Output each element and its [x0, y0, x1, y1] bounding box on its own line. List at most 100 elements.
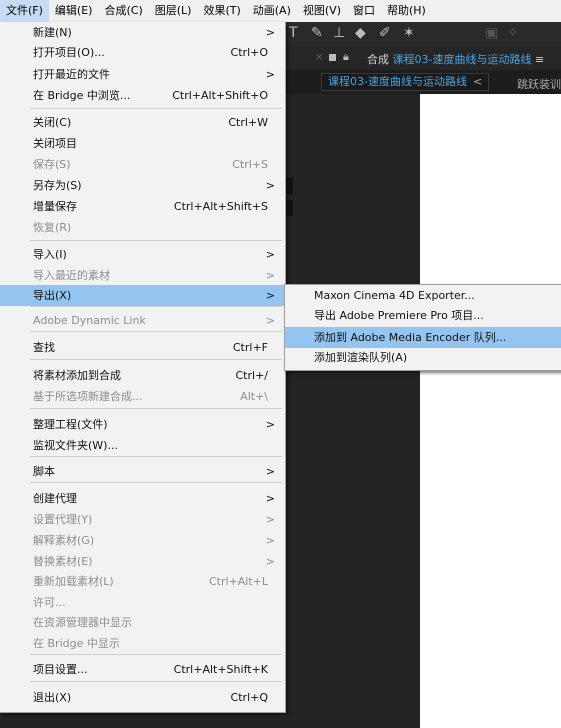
file-menu-item: 替换素材(E) > — [0, 551, 285, 572]
menu-item-shortcut: Ctrl+/ — [235, 369, 269, 382]
menu-item-shortcut: Ctrl+Alt+Shift+S — [173, 200, 268, 213]
file-menu-item[interactable]: 脚本 > — [0, 461, 285, 482]
file-menu-item: 恢复(R) — [0, 217, 285, 238]
file-menu-item[interactable]: 查找 Ctrl+F — [0, 337, 285, 358]
menu-item-label: 替换素材(E) — [33, 555, 93, 568]
menu-item-shortcut: Ctrl+O — [230, 46, 268, 59]
file-menu-item[interactable]: 整理工程(文件) > — [0, 414, 285, 435]
file-menu-item[interactable]: 监视文件夹(W)... — [0, 435, 285, 456]
submenu-arrow-icon: > — [265, 68, 275, 81]
file-menu-item: 在 Bridge 中显示 — [0, 633, 285, 654]
submenu-arrow-icon: > — [265, 26, 275, 39]
menu-composition[interactable]: 合成(C) — [98, 0, 148, 22]
menu-window[interactable]: 窗口 — [347, 0, 381, 22]
file-menu-item[interactable]: 创建代理 > — [0, 488, 285, 509]
file-menu-item[interactable]: 导出(X) > — [0, 285, 285, 306]
menu-layer[interactable]: 图层(L) — [149, 0, 198, 22]
menu-effect[interactable]: 效果(T) — [197, 0, 246, 22]
export-submenu: Maxon Cinema 4D Exporter... 导出 Adobe Prem… — [284, 284, 561, 371]
file-menu-item: 在资源管理器中显示 — [0, 612, 285, 633]
tab-next-composition[interactable]: 跳跃装训 — [517, 76, 561, 92]
menu-separator — [30, 482, 282, 483]
file-menu-item[interactable]: 退出(X) Ctrl+Q — [0, 687, 285, 708]
menu-separator — [30, 306, 282, 307]
file-menu-item[interactable]: 项目设置... Ctrl+Alt+Shift+K — [0, 659, 285, 680]
submenu-arrow-icon: > — [265, 418, 275, 431]
submenu-arrow-icon: > — [265, 269, 275, 282]
tab-composition-label: 课程03-速度曲线与运动路线 — [328, 75, 467, 88]
menu-item-shortcut: Ctrl+Q — [230, 691, 268, 704]
file-menu-item[interactable]: 关闭(C) Ctrl+W — [0, 112, 285, 133]
menu-item-label: Adobe Dynamic Link — [33, 314, 146, 327]
clone-stamp-tool-icon[interactable]: ⊥ — [333, 25, 345, 41]
menu-item-label: 关闭项目 — [33, 137, 77, 150]
panel-menu-icon[interactable]: ≡ — [535, 53, 544, 66]
file-menu-item[interactable]: 打开最近的文件 > — [0, 64, 285, 85]
tab-composition[interactable]: 课程03-速度曲线与运动路线 < — [321, 73, 490, 91]
composition-title: 合成 课程03-速度曲线与运动路线 ≡ — [367, 51, 544, 67]
lock-icon[interactable]: 🔒︎ — [343, 50, 349, 64]
menu-item-label: 整理工程(文件) — [33, 418, 108, 431]
close-panel-icon[interactable]: × — [315, 52, 323, 63]
file-menu-item[interactable]: 新建(N) > — [0, 22, 285, 43]
file-menu-item: 保存(S) Ctrl+S — [0, 154, 285, 175]
submenu-arrow-icon: > — [265, 314, 275, 327]
menu-view[interactable]: 视图(V) — [297, 0, 347, 22]
file-menu-item: 设置代理(Y) > — [0, 509, 285, 530]
tab-back-arrow-icon[interactable]: < — [473, 75, 482, 88]
export-submenu-item[interactable]: 添加到 Adobe Media Encoder 队列... — [285, 327, 561, 348]
export-submenu-item[interactable]: 导出 Adobe Premiere Pro 项目... — [285, 305, 561, 326]
menu-item-label: 恢复(R) — [33, 221, 72, 234]
file-menu-item[interactable]: 导入(I) > — [0, 244, 285, 265]
tools-toolbar: T ✎ ⊥ ◆ ✐ ✶ ▣ ✧ — [285, 22, 561, 47]
file-menu-item[interactable]: 增量保存 Ctrl+Alt+Shift+S — [0, 196, 285, 217]
composition-tabs: 课程03-速度曲线与运动路线 < 跳跃装训 — [285, 70, 561, 94]
file-menu-item[interactable]: 将素材添加到合成 Ctrl+/ — [0, 365, 285, 386]
menu-item-label: 打开最近的文件 — [33, 68, 110, 81]
menu-file[interactable]: 文件(F) — [0, 0, 49, 22]
export-submenu-item[interactable]: Maxon Cinema 4D Exporter... — [285, 285, 561, 306]
menu-separator — [30, 108, 282, 109]
file-menu-item[interactable]: 打开项目(O)... Ctrl+O — [0, 42, 285, 63]
menu-separator — [30, 681, 282, 682]
submenu-arrow-icon: > — [265, 179, 275, 192]
composition-panel-header: × 🔒︎ 合成 课程03-速度曲线与运动路线 ≡ — [285, 46, 561, 71]
menu-edit[interactable]: 编辑(E) — [49, 0, 99, 22]
file-menu-item: 许可... — [0, 592, 285, 613]
menu-help[interactable]: 帮助(H) — [381, 0, 432, 22]
type-tool-icon[interactable]: T — [289, 25, 298, 41]
file-menu-item: 基于所选项新建合成... Alt+\ — [0, 386, 285, 407]
file-menu-item: 导入最近的素材 > — [0, 265, 285, 286]
menu-item-label: 设置代理(Y) — [33, 513, 93, 526]
panel-color-icon — [329, 54, 336, 61]
axis-mode-icon[interactable]: ✧ — [507, 25, 519, 41]
menu-item-label: 基于所选项新建合成... — [33, 390, 143, 403]
submenu-item-label: 添加到 Adobe Media Encoder 队列... — [314, 331, 507, 344]
menu-item-label: 解释素材(G) — [33, 534, 95, 547]
menu-item-label: 查找 — [33, 341, 55, 354]
submenu-item-label: 添加到渲染队列(A) — [314, 351, 408, 364]
menu-item-shortcut: Ctrl+Alt+Shift+O — [172, 89, 268, 102]
file-menu-item: 解释素材(G) > — [0, 530, 285, 551]
submenu-arrow-icon: > — [265, 465, 275, 478]
export-submenu-item[interactable]: 添加到渲染队列(A) — [285, 347, 561, 368]
file-menu-item[interactable]: 关闭项目 — [0, 133, 285, 154]
composition-viewer — [420, 94, 561, 728]
menu-item-label: 监视文件夹(W)... — [33, 439, 118, 452]
panel-divider — [285, 178, 293, 194]
eraser-tool-icon[interactable]: ◆ — [355, 25, 366, 41]
file-menu-item[interactable]: 在 Bridge 中浏览... Ctrl+Alt+Shift+O — [0, 85, 285, 106]
submenu-arrow-icon: > — [265, 492, 275, 505]
submenu-arrow-icon: > — [265, 534, 275, 547]
brush-tool-icon[interactable]: ✎ — [311, 25, 323, 41]
file-menu-item[interactable]: 另存为(S) > — [0, 175, 285, 196]
menu-item-label: 在资源管理器中显示 — [33, 616, 132, 629]
composition-prefix: 合成 — [367, 53, 389, 66]
snapping-icon[interactable]: ▣ — [485, 25, 498, 41]
menu-animation[interactable]: 动画(A) — [247, 0, 297, 22]
puppet-pin-tool-icon[interactable]: ✶ — [403, 25, 415, 41]
menu-bar: 文件(F) 编辑(E) 合成(C) 图层(L) 效果(T) 动画(A) 视图(V… — [0, 0, 561, 23]
roto-brush-tool-icon[interactable]: ✐ — [379, 25, 391, 41]
menu-item-label: 导入(I) — [33, 248, 67, 261]
menu-separator — [30, 654, 282, 655]
